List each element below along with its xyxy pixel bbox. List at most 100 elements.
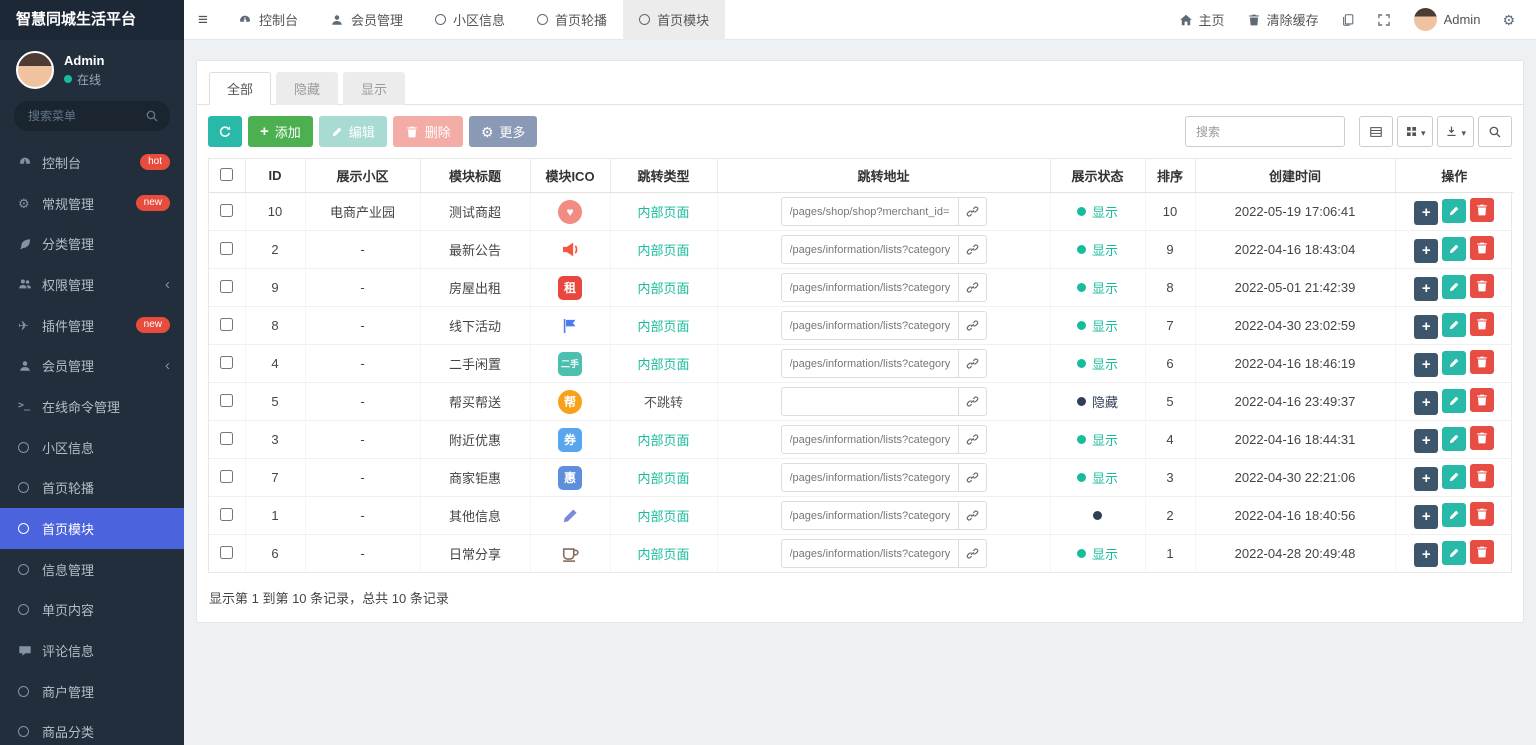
row-delete-button[interactable] [1470, 540, 1495, 565]
url-input[interactable] [780, 501, 959, 530]
columns-button[interactable]: ▾ [1396, 116, 1434, 147]
row-delete-button[interactable] [1470, 426, 1495, 451]
row-checkbox[interactable] [220, 507, 234, 521]
profile-menu[interactable]: Admin [1402, 0, 1492, 40]
row-edit-button[interactable] [1442, 541, 1467, 566]
column-header[interactable]: 跳转地址 [716, 159, 1050, 193]
row-edit-button[interactable] [1442, 503, 1467, 528]
url-input[interactable] [780, 197, 959, 226]
row-delete-button[interactable] [1470, 350, 1495, 375]
row-delete-button[interactable] [1470, 464, 1495, 489]
filter-tab[interactable]: 隐藏 [276, 72, 339, 105]
delete-button[interactable]: 删除 [392, 116, 463, 147]
settings-button[interactable]: ⚙ [1491, 0, 1526, 40]
link-button[interactable] [958, 273, 987, 302]
row-delete-button[interactable] [1470, 502, 1495, 527]
row-edit-button[interactable] [1442, 275, 1467, 300]
sidebar-item[interactable]: 单页内容 [0, 590, 184, 631]
sidebar-item[interactable]: 首页轮播 [0, 468, 184, 509]
column-header[interactable]: 跳转类型 [609, 159, 717, 193]
row-delete-button[interactable] [1470, 236, 1495, 261]
clear-cache-button[interactable]: 清除缓存 [1236, 0, 1330, 40]
url-input[interactable] [780, 387, 959, 416]
row-edit-button[interactable] [1442, 313, 1467, 338]
topnav-tab[interactable]: 控制台 [222, 0, 314, 40]
row-delete-button[interactable] [1470, 274, 1495, 299]
add-button[interactable]: + 添加 [248, 116, 313, 147]
view-toggle-button[interactable] [1358, 116, 1393, 147]
row-edit-button[interactable] [1442, 465, 1467, 490]
row-checkbox[interactable] [220, 469, 234, 483]
more-button[interactable]: ⚙ 更多 [468, 116, 538, 147]
row-delete-button[interactable] [1470, 388, 1495, 413]
refresh-button[interactable] [208, 116, 242, 147]
topnav-tab[interactable]: 首页模块 [623, 0, 726, 40]
url-input[interactable] [780, 463, 959, 492]
edit-button[interactable]: 编辑 [318, 116, 387, 147]
sidebar-item[interactable]: 控制台 hot [0, 142, 184, 183]
row-checkbox[interactable] [220, 241, 234, 255]
user-avatar[interactable] [16, 51, 54, 89]
row-edit-button[interactable] [1442, 199, 1467, 224]
column-header[interactable]: 模块ICO [529, 159, 610, 193]
sidebar-item[interactable]: >_ 在线命令管理 [0, 386, 184, 427]
topnav-tab[interactable]: 首页轮播 [521, 0, 623, 40]
select-all-checkbox[interactable] [220, 167, 234, 181]
row-plus-button[interactable]: + [1414, 428, 1439, 453]
row-plus-button[interactable]: + [1414, 542, 1439, 567]
row-checkbox[interactable] [220, 355, 234, 369]
search-toggle-button[interactable] [1478, 116, 1512, 147]
link-button[interactable] [958, 311, 987, 340]
row-plus-button[interactable]: + [1414, 200, 1439, 225]
link-button[interactable] [958, 539, 987, 568]
home-link[interactable]: 主页 [1168, 0, 1236, 40]
sidebar-item[interactable]: 首页模块 [0, 508, 184, 549]
row-checkbox[interactable] [220, 393, 234, 407]
row-plus-button[interactable]: + [1414, 352, 1439, 377]
url-input[interactable] [780, 273, 959, 302]
url-input[interactable] [780, 425, 959, 454]
link-button[interactable] [958, 463, 987, 492]
column-header[interactable]: 模块标题 [419, 159, 530, 193]
column-header[interactable]: 操作 [1394, 159, 1513, 193]
link-button[interactable] [958, 501, 987, 530]
link-button[interactable] [958, 425, 987, 454]
row-delete-button[interactable] [1470, 198, 1495, 223]
row-plus-button[interactable]: + [1414, 466, 1439, 491]
table-search-input[interactable] [1184, 116, 1345, 147]
copy-page-button[interactable] [1330, 0, 1366, 40]
sidebar-item[interactable]: 分类管理 [0, 223, 184, 264]
sidebar-item[interactable]: 信息管理 [0, 549, 184, 590]
url-input[interactable] [780, 539, 959, 568]
column-header[interactable]: ID [244, 159, 305, 193]
menu-toggle-icon[interactable]: ≡ [184, 10, 222, 30]
sidebar-item[interactable]: 商品分类 [0, 712, 184, 745]
row-plus-button[interactable]: + [1414, 276, 1439, 301]
row-delete-button[interactable] [1470, 312, 1495, 337]
row-plus-button[interactable]: + [1414, 390, 1439, 415]
row-checkbox[interactable] [220, 545, 234, 559]
column-header[interactable]: 展示小区 [304, 159, 420, 193]
sidebar-item[interactable]: 小区信息 [0, 427, 184, 468]
sidebar-item[interactable]: 评论信息 [0, 630, 184, 671]
row-plus-button[interactable]: + [1414, 504, 1439, 529]
link-button[interactable] [958, 387, 987, 416]
column-header[interactable]: 排序 [1144, 159, 1195, 193]
row-plus-button[interactable]: + [1414, 238, 1439, 263]
row-checkbox[interactable] [220, 279, 234, 293]
column-header[interactable]: 创建时间 [1194, 159, 1395, 193]
row-edit-button[interactable] [1442, 427, 1467, 452]
topnav-tab[interactable]: 小区信息 [419, 0, 521, 40]
row-checkbox[interactable] [220, 317, 234, 331]
link-button[interactable] [958, 349, 987, 378]
url-input[interactable] [780, 349, 959, 378]
row-plus-button[interactable]: + [1414, 314, 1439, 339]
row-edit-button[interactable] [1442, 389, 1467, 414]
topnav-tab[interactable]: 会员管理 [314, 0, 419, 40]
link-button[interactable] [958, 197, 987, 226]
export-button[interactable]: ▾ [1437, 116, 1474, 147]
row-checkbox[interactable] [220, 431, 234, 445]
column-header[interactable]: 展示状态 [1049, 159, 1145, 193]
url-input[interactable] [780, 311, 959, 340]
row-edit-button[interactable] [1442, 237, 1467, 262]
